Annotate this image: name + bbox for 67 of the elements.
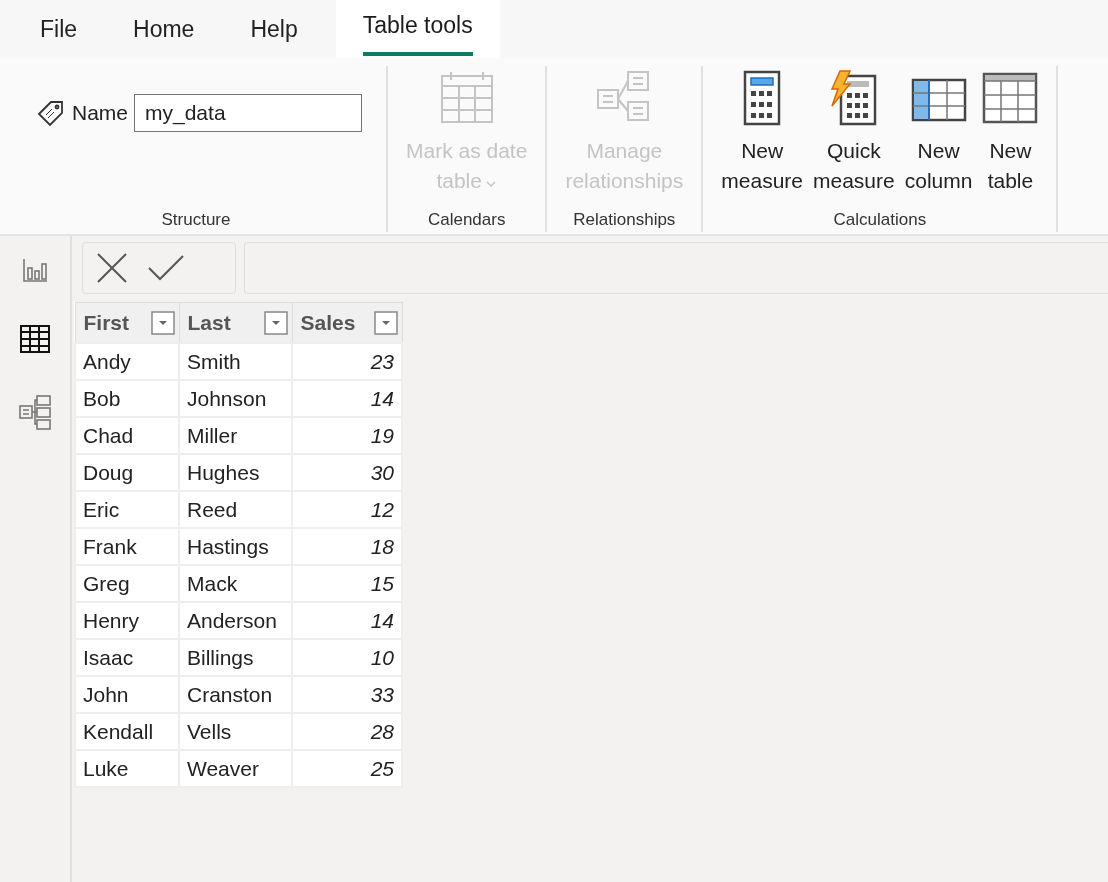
- table-cell: 12: [292, 491, 402, 528]
- table-cell: Chad: [75, 417, 179, 454]
- table-cell: Anderson: [179, 602, 292, 639]
- calendar-icon: [438, 70, 495, 126]
- ribbon-button[interactable]: New table: [980, 66, 1041, 196]
- table-cell: Vells: [179, 713, 292, 750]
- group-label: Structure: [161, 210, 231, 231]
- table-cell: 15: [292, 565, 402, 602]
- table-cell: Smith: [179, 343, 292, 380]
- ribbon-button[interactable]: New column: [902, 66, 975, 196]
- name-label: Name: [72, 101, 128, 125]
- checkmark-icon: [147, 253, 185, 283]
- ribbon-button[interactable]: Quick measure: [811, 66, 897, 196]
- table-cell: Hughes: [179, 454, 292, 491]
- group-label: Relationships: [573, 210, 676, 231]
- table-cell: Luke: [75, 750, 179, 787]
- bar-chart-icon: [21, 256, 49, 284]
- group-label: Calendars: [427, 210, 506, 231]
- table-cell: 28: [292, 713, 402, 750]
- table-cell: Eric: [75, 491, 179, 528]
- column-header[interactable]: Last: [179, 302, 292, 343]
- dropdown-icon[interactable]: [373, 310, 398, 335]
- table-cell: 14: [292, 602, 402, 639]
- ribbon-button[interactable]: New measure: [719, 66, 805, 196]
- cancel-button[interactable]: [95, 251, 129, 285]
- menu-tab[interactable]: Table tools: [335, 0, 500, 58]
- table-cell: Billings: [179, 639, 292, 676]
- table-cell: 23: [292, 343, 402, 380]
- chevron-icon: [484, 180, 497, 188]
- table-cell: 14: [292, 380, 402, 417]
- table-cell: Doug: [75, 454, 179, 491]
- table-cell: Reed: [179, 491, 292, 528]
- table-cell: John: [75, 676, 179, 713]
- menu-tab[interactable]: File: [22, 0, 96, 58]
- table-cell: 18: [292, 528, 402, 565]
- table-cell: Johnson: [179, 380, 292, 417]
- commit-button[interactable]: [147, 253, 185, 283]
- table-cell: Hastings: [179, 528, 292, 565]
- table-cell: Cranston: [179, 676, 292, 713]
- name-field[interactable]: my_data: [134, 94, 362, 132]
- dropdown-icon[interactable]: [263, 310, 288, 335]
- tag-icon: [36, 98, 66, 128]
- table-cell: Miller: [179, 417, 292, 454]
- model-icon: [18, 394, 52, 430]
- table-cell: 19: [292, 417, 402, 454]
- table-cell: Andy: [75, 343, 179, 380]
- column-header[interactable]: Sales: [292, 302, 402, 343]
- group-label: Calculations: [833, 210, 927, 231]
- table-cell: 25: [292, 750, 402, 787]
- table-cell: Bob: [75, 380, 179, 417]
- column-header[interactable]: First: [75, 302, 179, 343]
- table-cell: Greg: [75, 565, 179, 602]
- dropdown-icon[interactable]: [150, 310, 175, 335]
- table-cell: Isaac: [75, 639, 179, 676]
- table-cell: Weaver: [179, 750, 292, 787]
- table-icon: [982, 70, 1039, 126]
- table-cell: Henry: [75, 602, 179, 639]
- table-cell: 33: [292, 676, 402, 713]
- table-cell: 10: [292, 639, 402, 676]
- table-cell: Frank: [75, 528, 179, 565]
- close-icon: [95, 251, 129, 285]
- menu-tab[interactable]: Help: [232, 0, 316, 58]
- table-cell: Kendall: [75, 713, 179, 750]
- grid-icon: [19, 324, 51, 354]
- menu-tab[interactable]: Home: [115, 0, 213, 58]
- table-cell: 30: [292, 454, 402, 491]
- table-cell: Mack: [179, 565, 292, 602]
